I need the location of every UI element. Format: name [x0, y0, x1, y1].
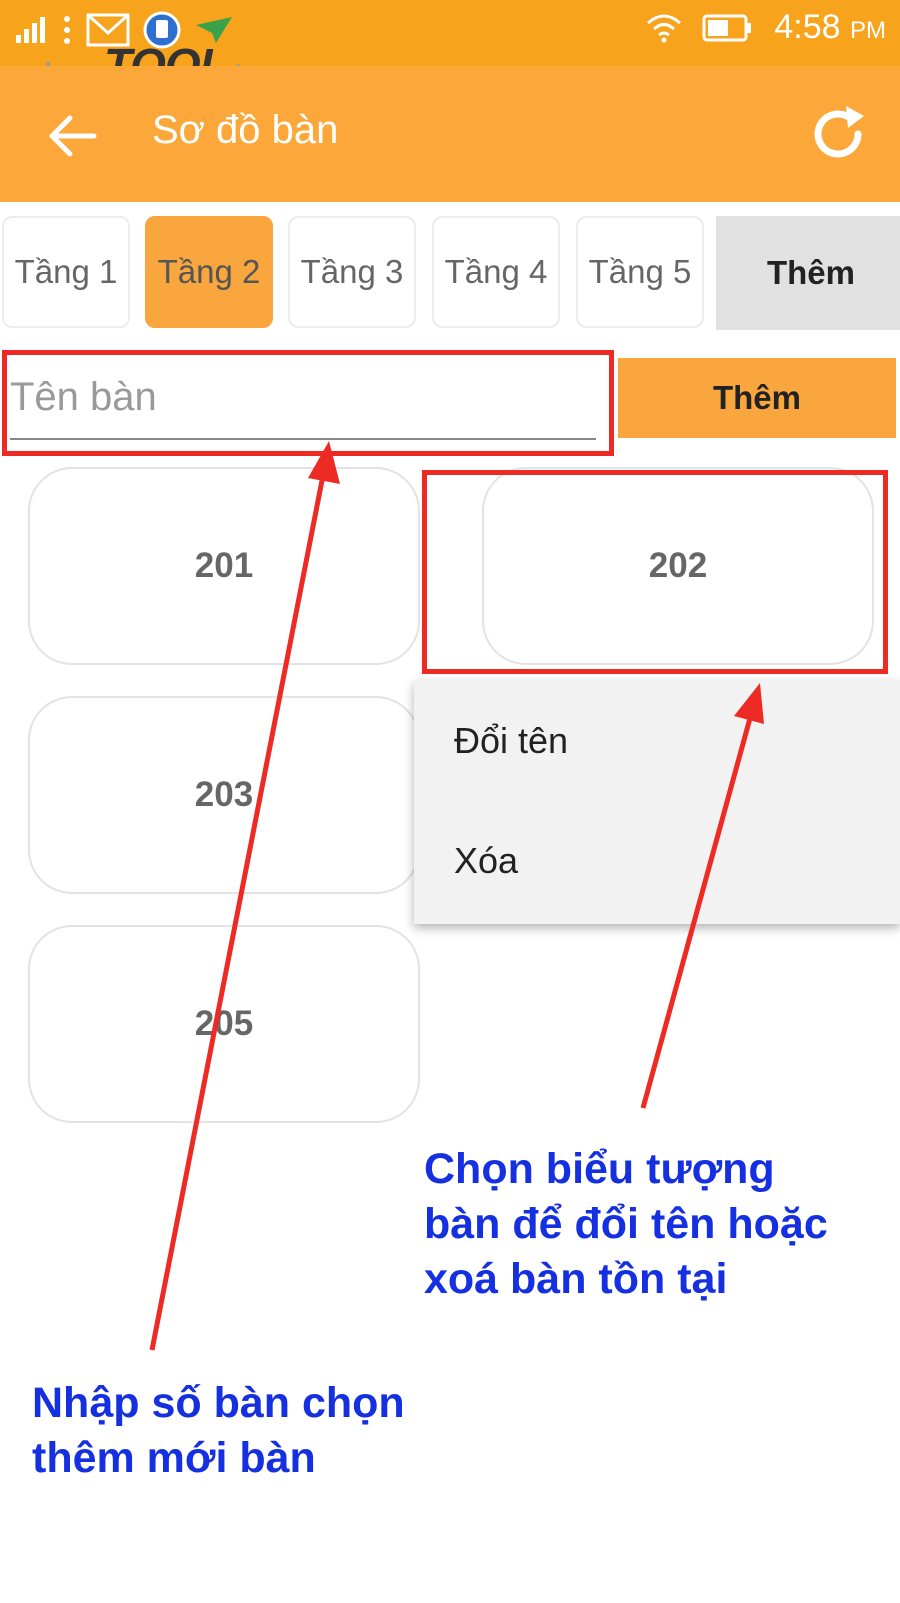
annotation-arrows [149, 441, 764, 1351]
annotation-enter-table: Nhập số bàn chọn thêm mới bàn [32, 1379, 405, 1482]
arrowhead-left [308, 441, 340, 484]
arrowhead-right [734, 683, 764, 724]
arrow-line-left [149, 459, 329, 1351]
arrow-line-right [640, 699, 758, 1109]
annotation-select-table: Chọn biểu tượng bàn để đổi tên hoặc xoá … [424, 1145, 828, 1303]
